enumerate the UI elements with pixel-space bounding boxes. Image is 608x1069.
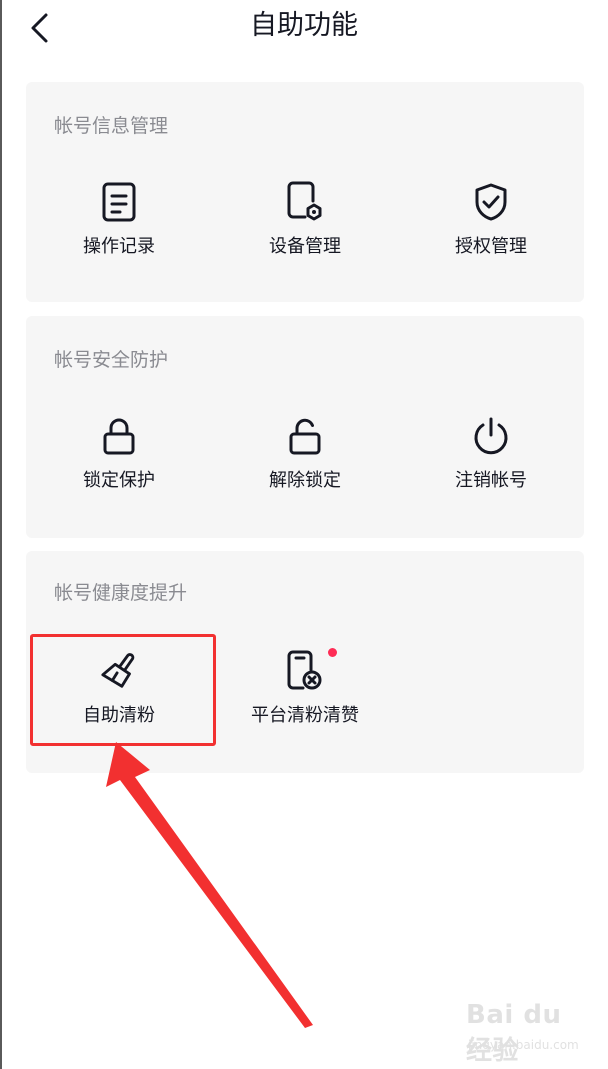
watermark: Bai du 经验 jingyan.baidu.com [466,998,596,1066]
watermark-url: jingyan.baidu.com [468,1038,579,1052]
watermark-brand: Bai du 经验 [466,1000,562,1066]
annotation-arrow [106,742,313,1028]
